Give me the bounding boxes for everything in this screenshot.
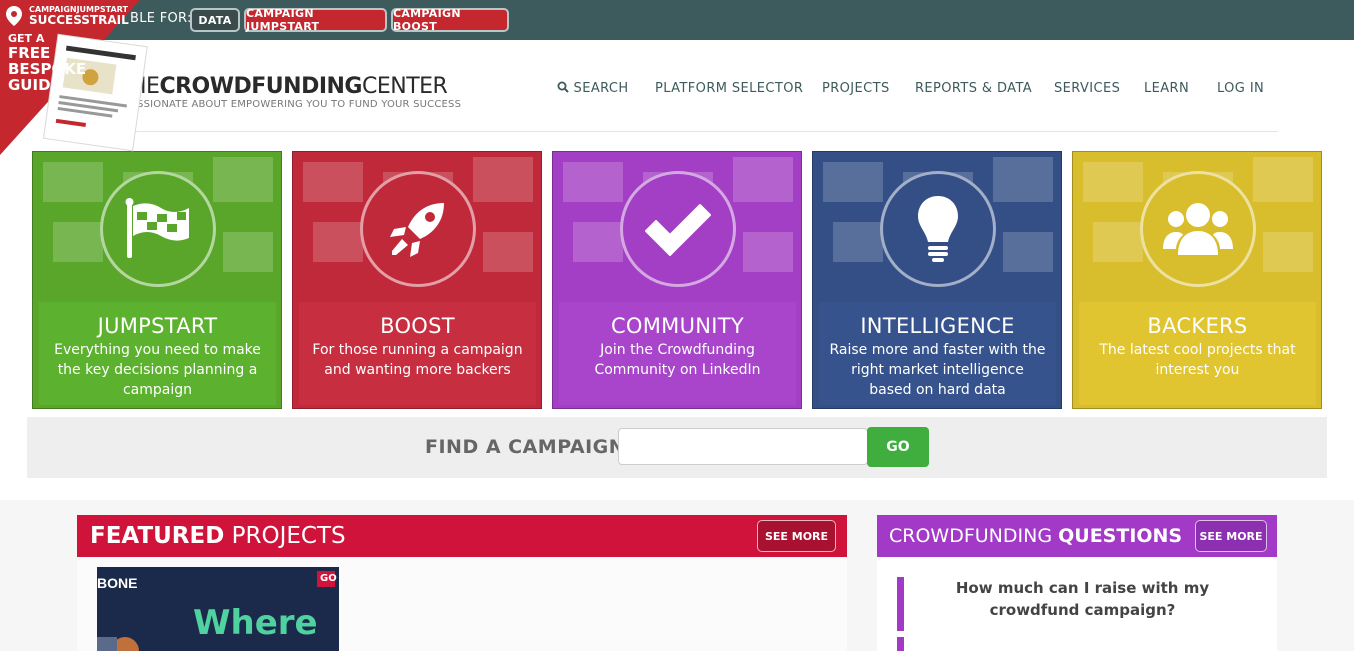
banner-brand-large: SUCCESSTRAIL [29,13,129,27]
questions-title-regular: CROWDFUNDING [889,525,1059,547]
tile-title: BOOST [380,314,455,338]
header-divider [130,131,1278,132]
featured-title-bold: FEATURED [90,523,225,549]
nav-log-in[interactable]: LOG IN [1217,81,1264,96]
banner-offer-line-2: FREE [8,44,51,62]
featured-header: FEATURED PROJECTS SEE MORE [77,515,847,557]
questions-title-bold: QUESTIONS [1058,525,1183,547]
tile-title: JUMPSTART [97,314,218,338]
tile-description: Raise more and faster with the right mar… [829,342,1046,398]
nav-reports-data[interactable]: REPORTS & DATA [915,81,1032,96]
tagline: ASSIONATE ABOUT EMPOWERING YOU TO FUND Y… [130,99,462,110]
find-campaign-bar: FIND A CAMPAIGN: GO [27,417,1327,478]
questions-title: CROWDFUNDING QUESTIONS [889,525,1182,547]
tile-title: INTELLIGENCE [860,314,1015,338]
nav-search[interactable]: SEARCH [557,81,629,96]
tile-title: COMMUNITY [610,314,745,338]
backers-icon-circle [1140,171,1256,287]
backers-panel: BACKERS The latest cool projects that in… [1079,302,1316,405]
boost-icon-circle [360,171,476,287]
logo-bold: CROWDFUNDING [159,74,362,99]
featured-project-card[interactable]: BONE GO Where [97,567,339,651]
featured-title-rest: PROJECTS [224,523,346,549]
jumpstart-panel: JUMPSTART Everything you need to make th… [39,302,276,405]
tile-boost[interactable]: BOOST For those running a campaign and w… [292,151,542,409]
tile-intelligence[interactable]: INTELLIGENCE Raise more and faster with … [812,151,1062,409]
corner-promo-banner[interactable]: CAMPAIGNJUMPSTART SUCCESSTRAIL GET A FRE… [0,0,170,160]
featured-see-more-button[interactable]: SEE MORE [757,520,836,552]
go-button[interactable]: GO [867,427,929,467]
question-text: How much can I raise with my crowdfund c… [955,579,1210,619]
find-campaign-label: FIND A CAMPAIGN: [425,436,634,458]
questions-see-more-button[interactable]: SEE MORE [1195,520,1267,552]
logo-suffix: CENTER [362,74,448,99]
community-panel: COMMUNITY Join the Crowdfunding Communit… [559,302,796,405]
jumpstart-icon-circle [100,171,216,287]
nav-search-label: SEARCH [573,81,629,96]
tile-description: The latest cool projects that interest y… [1099,342,1296,378]
search-icon [557,81,569,93]
pill-campaign-boost[interactable]: CAMPAIGN BOOST [391,7,509,33]
community-icon-circle [620,171,736,287]
project-badge-right: GO [320,573,337,584]
crowdfunding-questions: CROWDFUNDING QUESTIONS SEE MORE How much… [877,515,1277,651]
tile-description: Join the Crowdfunding Community on Linke… [594,342,761,378]
project-headline: Where [193,603,318,643]
questions-header: CROWDFUNDING QUESTIONS SEE MORE [877,515,1277,557]
boost-panel: BOOST For those running a campaign and w… [299,302,536,405]
nav-projects[interactable]: PROJECTS [822,81,890,96]
intelligence-icon-circle [880,171,996,287]
banner-offer-line-3: BESPOKE [8,60,87,78]
pill-data[interactable]: DATA [190,8,240,32]
users-icon [1163,203,1233,255]
tile-description: Everything you need to make the key deci… [54,342,261,398]
featured-title: FEATURED PROJECTS [90,523,346,549]
pill-campaign-jumpstart[interactable]: CAMPAIGN JUMPSTART [244,7,387,33]
question-item[interactable]: How much can I raise with my crowdfund c… [897,577,1261,631]
tile-description: For those running a campaign and wanting… [312,342,523,378]
tile-title: BACKERS [1147,314,1248,338]
find-campaign-input[interactable] [618,428,868,465]
checkmark-icon [645,204,711,256]
question-item-next [897,637,904,651]
project-badge-left: BONE [97,575,138,591]
rocket-icon [390,203,444,257]
tile-community[interactable]: COMMUNITY Join the Crowdfunding Communit… [552,151,802,409]
flag-icon [125,198,189,258]
tile-backers[interactable]: BACKERS The latest cool projects that in… [1072,151,1322,409]
banner-offer-line-4: GUIDE [8,76,61,94]
top-bar: BLE FOR: DATA CAMPAIGN JUMPSTART CAMPAIG… [0,0,1354,40]
nav-platform-selector[interactable]: PLATFORM SELECTOR [655,81,803,96]
lightbulb-icon [918,196,958,262]
featured-projects: FEATURED PROJECTS SEE MORE BONE GO Where [77,515,847,651]
tile-jumpstart[interactable]: JUMPSTART Everything you need to make th… [32,151,282,409]
intelligence-panel: INTELLIGENCE Raise more and faster with … [819,302,1056,405]
site-logo[interactable]: HECROWDFUNDINGCENTER [130,74,448,99]
nav-services[interactable]: SERVICES [1054,81,1120,96]
nav-learn[interactable]: LEARN [1144,81,1189,96]
